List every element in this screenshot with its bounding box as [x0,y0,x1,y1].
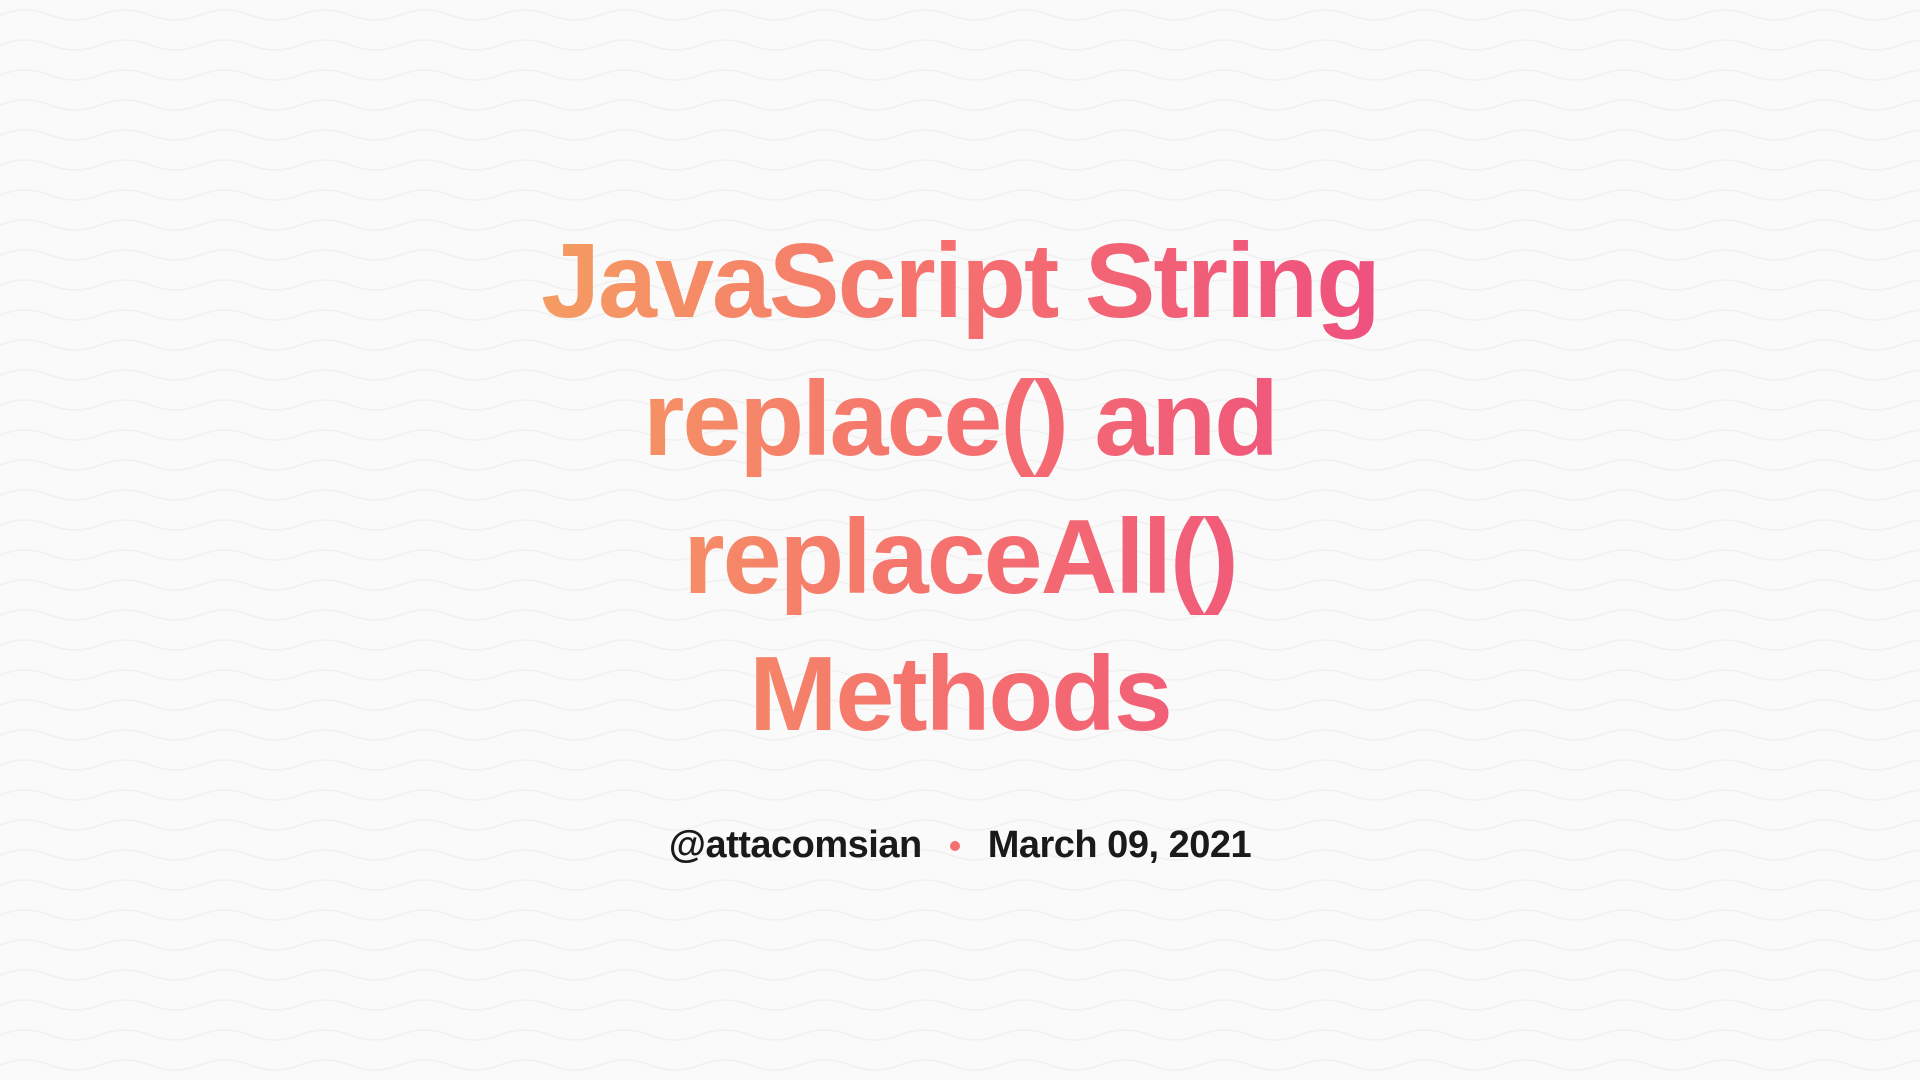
content-container: JavaScript String replace() and replaceA… [380,213,1540,867]
author-handle: @attacomsian [669,824,922,867]
article-title: JavaScript String replace() and replaceA… [460,213,1460,764]
meta-separator-dot [950,841,960,851]
publish-date: March 09, 2021 [988,824,1251,867]
article-meta: @attacomsian March 09, 2021 [669,824,1251,867]
